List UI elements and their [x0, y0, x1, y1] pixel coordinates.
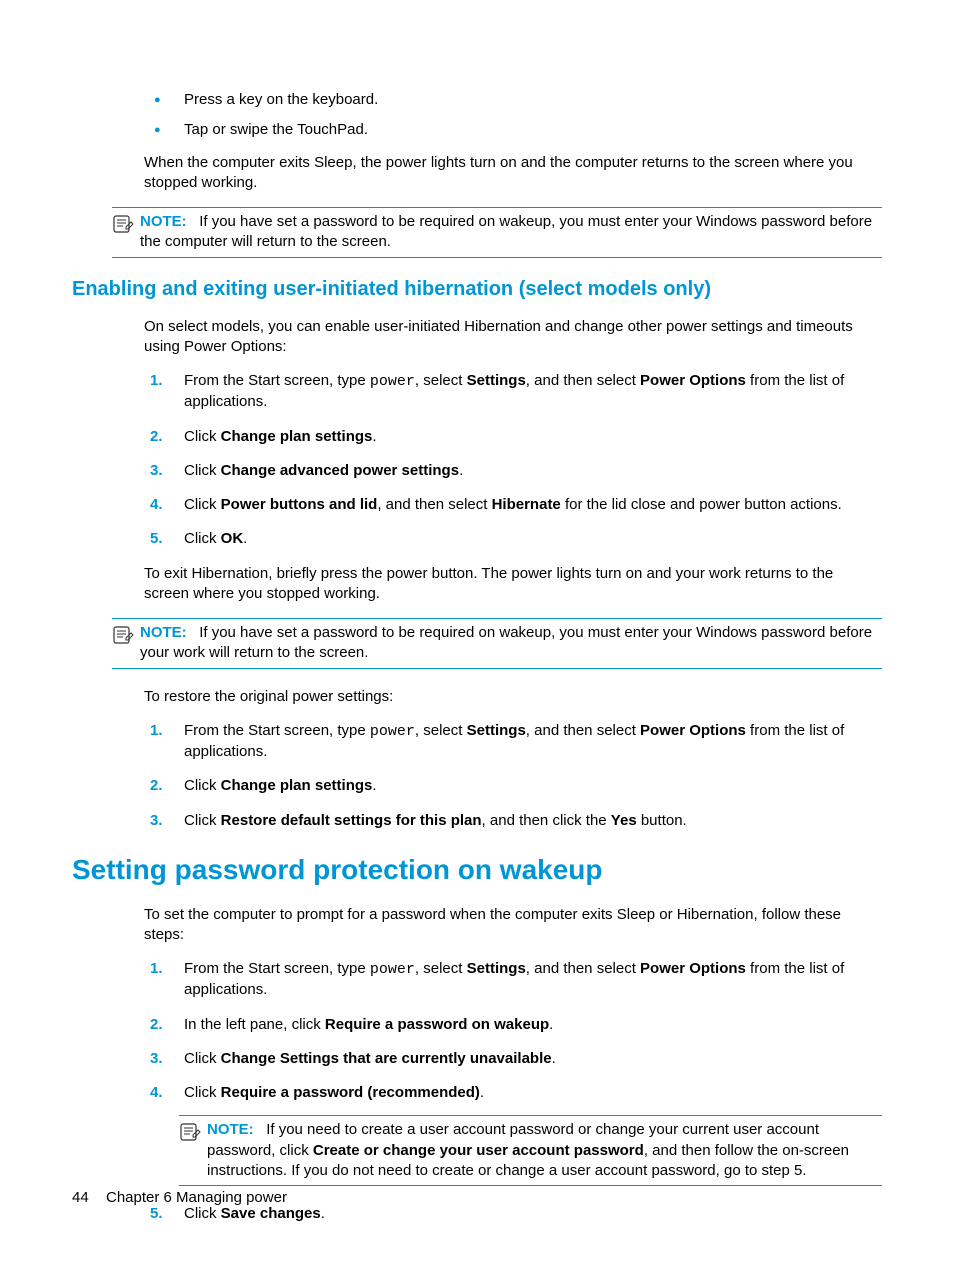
page-footer: 44Chapter 6 Managing power [72, 1188, 287, 1208]
list-item: Tap or swipe the TouchPad. [144, 120, 882, 140]
step-item: Click Restore default settings for this … [144, 811, 882, 831]
note-icon [112, 624, 136, 652]
note-label: NOTE: [207, 1121, 254, 1138]
page-number: 44 [72, 1188, 106, 1208]
step-item: Click Power buttons and lid, and then se… [144, 495, 882, 515]
paragraph: To exit Hibernation, briefly press the p… [144, 564, 882, 605]
step-item: From the Start screen, type power, selec… [144, 371, 882, 413]
step-item: Click Change plan settings. [144, 427, 882, 447]
note-text: NOTE: If you have set a password to be r… [140, 623, 882, 664]
note-label: NOTE: [140, 213, 187, 230]
paragraph: On select models, you can enable user-in… [144, 317, 882, 358]
note-callout: NOTE: If you have set a password to be r… [112, 207, 882, 258]
step-item: In the left pane, click Require a passwo… [144, 1015, 882, 1035]
step-item: Click Change Settings that are currently… [144, 1049, 882, 1069]
wake-actions-list: Press a key on the keyboard. Tap or swip… [144, 90, 882, 141]
step-item: Click Require a password (recommended). … [144, 1083, 882, 1186]
hibernation-enable-steps: From the Start screen, type power, selec… [144, 371, 882, 550]
note-callout: NOTE: If you have set a password to be r… [112, 618, 882, 669]
paragraph: To restore the original power settings: [144, 687, 882, 707]
section-heading-hibernation: Enabling and exiting user-initiated hibe… [72, 276, 882, 303]
content-block: Press a key on the keyboard. Tap or swip… [144, 90, 882, 1224]
note-icon [179, 1121, 203, 1149]
step-item: Click Change plan settings. [144, 776, 882, 796]
list-item: Press a key on the keyboard. [144, 90, 882, 110]
note-text: NOTE: If you need to create a user accou… [207, 1120, 882, 1181]
note-body: If you have set a password to be require… [140, 624, 872, 661]
paragraph: To set the computer to prompt for a pass… [144, 905, 882, 946]
note-text: NOTE: If you have set a password to be r… [140, 212, 882, 253]
note-label: NOTE: [140, 624, 187, 641]
document-page: Press a key on the keyboard. Tap or swip… [0, 0, 954, 1270]
step-item: Click Change advanced power settings. [144, 461, 882, 481]
note-body: If you have set a password to be require… [140, 213, 872, 250]
note-icon [112, 213, 136, 241]
step-item: Click OK. [144, 529, 882, 549]
hibernation-restore-steps: From the Start screen, type power, selec… [144, 721, 882, 831]
step-item: From the Start screen, type power, selec… [144, 959, 882, 1001]
chapter-label: Chapter 6 Managing power [106, 1189, 287, 1206]
note-callout: NOTE: If you need to create a user accou… [179, 1115, 882, 1186]
heading-password-protection: Setting password protection on wakeup [72, 851, 882, 889]
list-text: Tap or swipe the TouchPad. [184, 121, 368, 138]
list-text: Press a key on the keyboard. [184, 91, 378, 108]
password-steps: From the Start screen, type power, selec… [144, 959, 882, 1224]
step-item: From the Start screen, type power, selec… [144, 721, 882, 763]
paragraph: When the computer exits Sleep, the power… [144, 153, 882, 194]
